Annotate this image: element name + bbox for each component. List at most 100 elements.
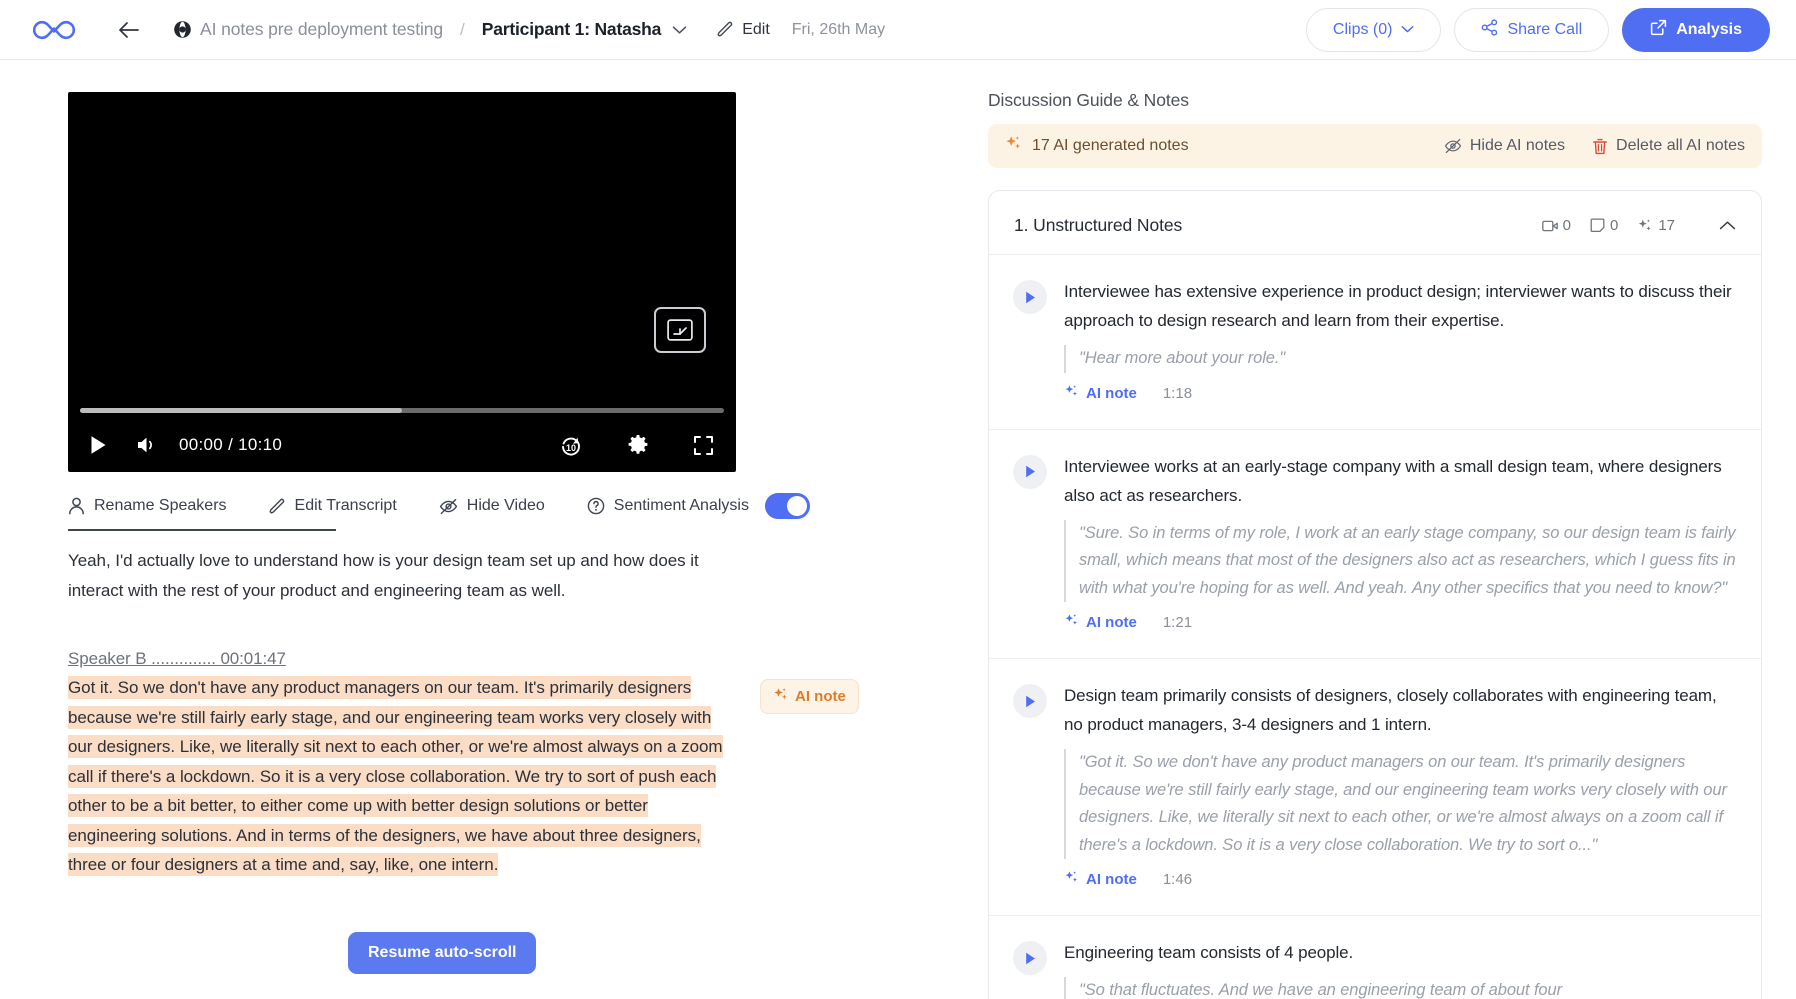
gear-icon[interactable] bbox=[627, 434, 649, 456]
note-item: Interviewee works at an early-stage comp… bbox=[989, 452, 1761, 633]
play-icon[interactable] bbox=[90, 435, 107, 455]
notes-section-stats: 0 0 17 bbox=[1541, 217, 1736, 234]
play-triangle-icon[interactable] bbox=[1013, 941, 1047, 975]
transcript-speaker-label[interactable]: Speaker B .............. 00:01:47 bbox=[68, 649, 740, 669]
play-triangle-icon[interactable] bbox=[1013, 280, 1047, 314]
transcript-intro-paragraph[interactable]: Yeah, I'd actually love to understand ho… bbox=[68, 546, 740, 605]
play-triangle-icon[interactable] bbox=[1013, 684, 1047, 718]
notes-section-card: 1. Unstructured Notes 0 0 17 Interviewee… bbox=[988, 190, 1762, 999]
infinity-logo-icon[interactable] bbox=[30, 15, 78, 45]
edit-transcript-button[interactable]: Edit Transcript bbox=[269, 497, 397, 515]
rewind-10-icon[interactable]: 10 bbox=[559, 433, 583, 457]
question-circle-icon bbox=[587, 497, 605, 515]
note-meta: AI note 1:46 bbox=[1064, 870, 1736, 889]
sparkles-icon bbox=[773, 687, 788, 706]
rename-speakers-label: Rename Speakers bbox=[94, 497, 227, 514]
note-divider bbox=[989, 254, 1761, 255]
video-player[interactable]: 00:00 / 10:10 10 bbox=[68, 92, 736, 472]
video-controls: 00:00 / 10:10 10 bbox=[68, 418, 736, 472]
play-triangle-icon[interactable] bbox=[1013, 454, 1047, 489]
note-body: Interviewee has extensive experience in … bbox=[1064, 277, 1736, 403]
ai-count-stat: 17 bbox=[1637, 217, 1675, 234]
ai-notes-banner: 17 AI generated notes Hide AI notes Dele… bbox=[988, 124, 1762, 168]
note-timestamp[interactable]: 1:18 bbox=[1163, 385, 1192, 402]
note-timestamp[interactable]: 1:46 bbox=[1163, 871, 1192, 888]
note-item: Interviewee has extensive experience in … bbox=[989, 277, 1761, 403]
notes-panel-title: Discussion Guide & Notes bbox=[988, 90, 1189, 110]
note-ai-tag: AI note bbox=[1064, 613, 1137, 632]
delete-all-ai-notes-label: Delete all AI notes bbox=[1616, 137, 1745, 154]
ai-notes-count-label: 17 AI generated notes bbox=[1032, 137, 1189, 154]
share-nodes-icon bbox=[1481, 18, 1498, 41]
notes-section-title: 1. Unstructured Notes bbox=[1014, 215, 1183, 235]
note-body: Design team primarily consists of design… bbox=[1064, 681, 1736, 889]
sparkles-icon bbox=[1064, 870, 1079, 889]
note-count-stat: 0 bbox=[1590, 217, 1618, 234]
right-pane: Discussion Guide & Notes 17 AI generated… bbox=[962, 60, 1796, 999]
edit-transcript-label: Edit Transcript bbox=[294, 497, 397, 514]
notes-section-header[interactable]: 1. Unstructured Notes 0 0 17 bbox=[989, 191, 1761, 258]
analysis-button[interactable]: Analysis bbox=[1622, 7, 1770, 52]
note-quote: "Got it. So we don't have any product ma… bbox=[1064, 749, 1736, 859]
breadcrumb: AI notes pre deployment testing / Partic… bbox=[172, 19, 687, 40]
hide-ai-notes-button[interactable]: Hide AI notes bbox=[1444, 137, 1565, 155]
highlighted-text: Got it. So we don't have any product man… bbox=[68, 676, 723, 876]
edit-title-button[interactable]: Edit bbox=[717, 21, 770, 39]
ai-notes-banner-actions: Hide AI notes Delete all AI notes bbox=[1444, 137, 1745, 155]
video-progress-fill bbox=[80, 408, 402, 413]
picture-in-picture-icon[interactable] bbox=[654, 307, 706, 353]
clips-button[interactable]: Clips (0) bbox=[1305, 7, 1442, 52]
back-arrow-icon[interactable] bbox=[114, 15, 144, 45]
fullscreen-icon[interactable] bbox=[693, 435, 714, 456]
delete-all-ai-notes-button[interactable]: Delete all AI notes bbox=[1592, 137, 1745, 155]
eye-slash-icon bbox=[1444, 138, 1462, 154]
note-title: Interviewee works at an early-stage comp… bbox=[1064, 456, 1722, 505]
transcript-ai-note-chip[interactable]: AI note bbox=[760, 679, 859, 714]
note-meta: AI note 1:21 bbox=[1064, 613, 1736, 632]
note-body: Interviewee works at an early-stage comp… bbox=[1064, 452, 1736, 633]
video-progress-bar[interactable] bbox=[80, 408, 724, 413]
rename-speakers-button[interactable]: Rename Speakers bbox=[68, 497, 227, 515]
analysis-label: Analysis bbox=[1676, 20, 1742, 38]
sparkles-icon bbox=[1064, 384, 1079, 403]
resume-auto-scroll-button[interactable]: Resume auto-scroll bbox=[348, 932, 537, 974]
ai-notes-banner-left: 17 AI generated notes bbox=[1005, 135, 1189, 157]
note-timestamp[interactable]: 1:21 bbox=[1163, 614, 1192, 631]
share-call-button[interactable]: Share Call bbox=[1454, 7, 1610, 52]
sentiment-analysis-toggle[interactable] bbox=[764, 493, 810, 519]
transcript-area: Yeah, I'd actually love to understand ho… bbox=[68, 546, 859, 880]
hide-ai-notes-label: Hide AI notes bbox=[1469, 137, 1566, 154]
toolbar-underline bbox=[68, 529, 336, 531]
video-time-display: 00:00 / 10:10 bbox=[179, 435, 283, 454]
clips-label: Clips (0) bbox=[1332, 20, 1393, 38]
transcript-toolbar: Rename Speakers Edit Transcript Hide Vid… bbox=[68, 493, 848, 519]
person-icon bbox=[68, 497, 85, 515]
note-title: Interviewee has extensive experience in … bbox=[1064, 282, 1732, 330]
sentiment-analysis-button[interactable]: Sentiment Analysis bbox=[587, 497, 749, 515]
breadcrumb-project[interactable]: AI notes pre deployment testing bbox=[200, 19, 443, 40]
note-divider bbox=[989, 658, 1761, 659]
sticky-note-icon bbox=[1590, 218, 1605, 233]
note-title: Engineering team consists of 4 people. bbox=[1064, 943, 1354, 962]
video-clip-icon bbox=[1541, 219, 1558, 233]
svg-text:10: 10 bbox=[566, 443, 576, 453]
sparkles-icon bbox=[1005, 135, 1022, 157]
note-ai-tag: AI note bbox=[1064, 870, 1137, 889]
note-divider bbox=[989, 915, 1761, 916]
hide-video-button[interactable]: Hide Video bbox=[439, 497, 545, 515]
eye-slash-icon bbox=[439, 498, 458, 515]
transcript-highlight-paragraph[interactable]: Got it. So we don't have any product man… bbox=[68, 673, 723, 880]
main-body: 00:00 / 10:10 10 Rename Speakers Edit Tr… bbox=[0, 60, 1796, 999]
video-count-stat: 0 bbox=[1541, 217, 1571, 234]
chevron-up-icon[interactable] bbox=[1719, 220, 1736, 231]
pencil-icon bbox=[269, 498, 286, 515]
sparkles-icon bbox=[1064, 613, 1079, 632]
left-pane: 00:00 / 10:10 10 Rename Speakers Edit Tr… bbox=[0, 60, 962, 999]
project-target-icon bbox=[172, 20, 192, 40]
note-item: Engineering team consists of 4 people. "… bbox=[989, 938, 1761, 999]
breadcrumb-separator: / bbox=[460, 19, 465, 39]
breadcrumb-current: Participant 1: Natasha bbox=[481, 19, 662, 39]
chevron-down-icon[interactable] bbox=[672, 25, 687, 35]
volume-icon[interactable] bbox=[136, 435, 158, 455]
note-body: Engineering team consists of 4 people. "… bbox=[1064, 938, 1736, 999]
